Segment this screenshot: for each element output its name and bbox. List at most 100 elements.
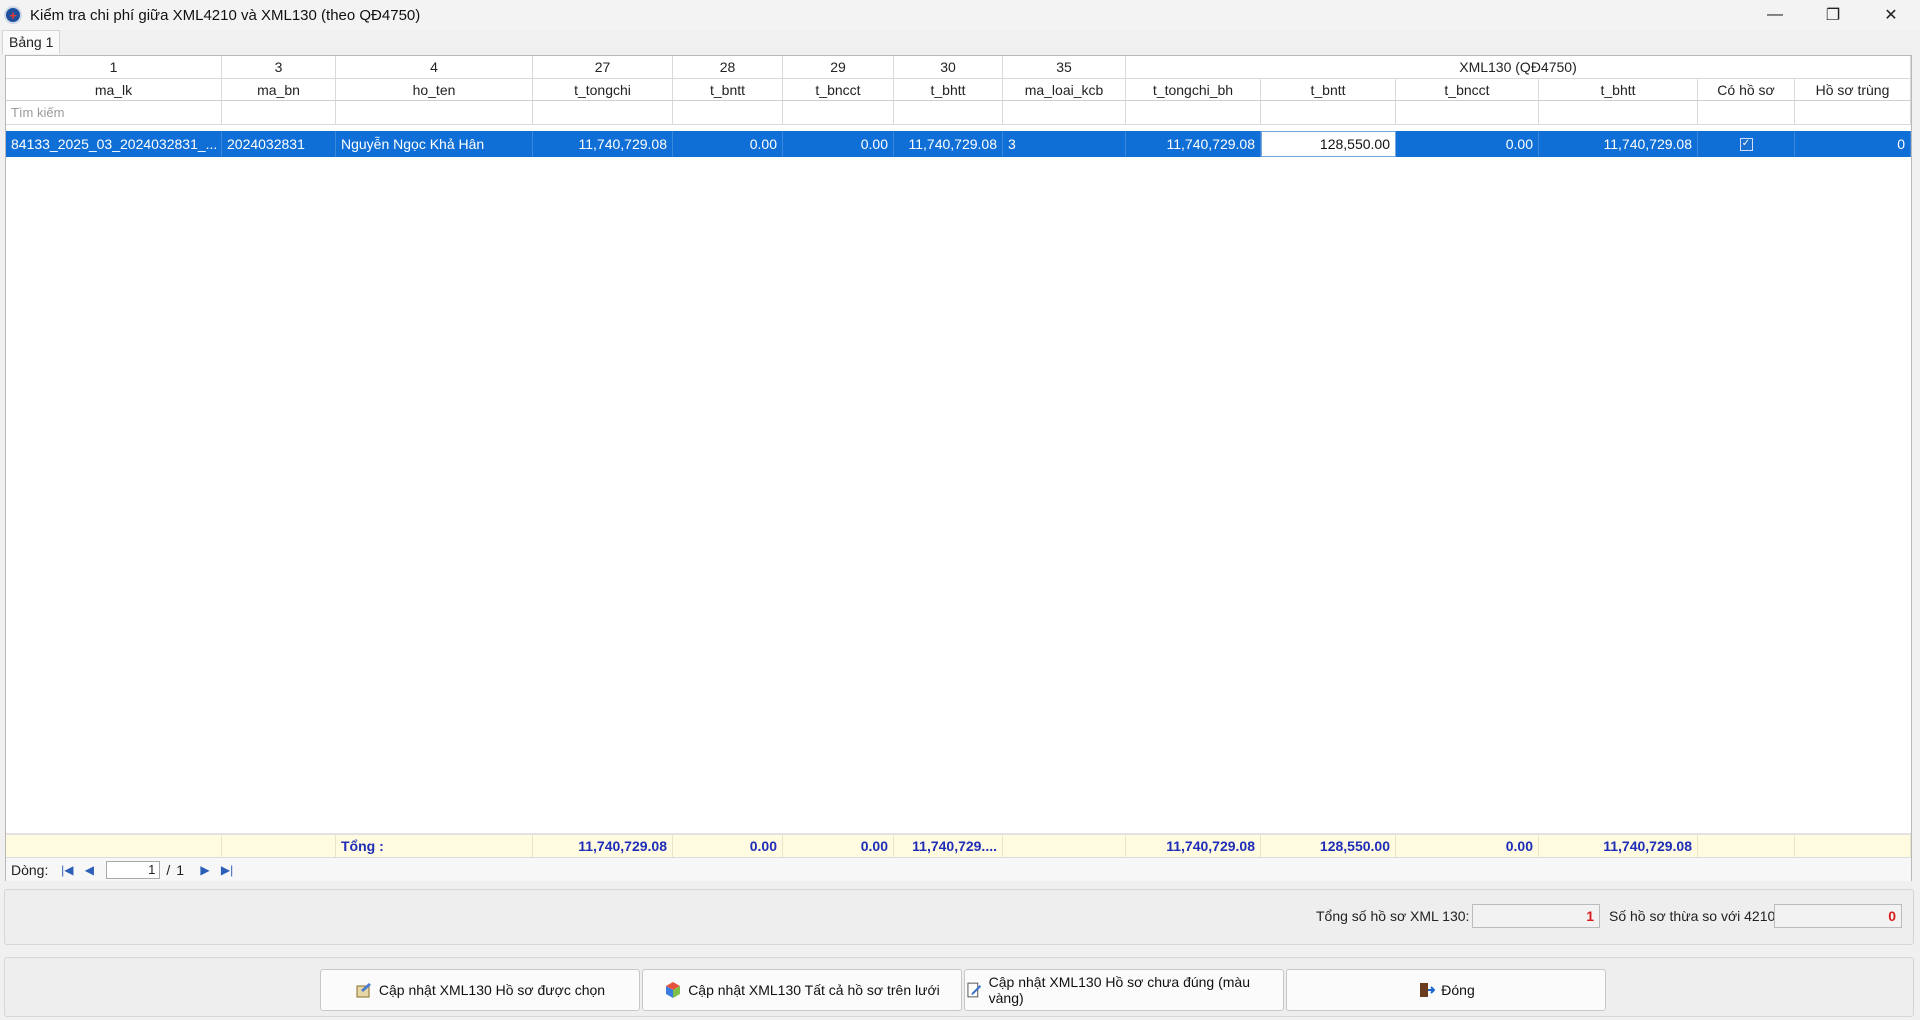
- column-header-ma-bn[interactable]: ma_bn: [222, 79, 336, 100]
- column-header-t-bhtt[interactable]: t_bhtt: [894, 79, 1003, 100]
- total-records-label: Tổng số hồ sơ XML 130:: [1316, 908, 1470, 924]
- filter-cell[interactable]: [1539, 101, 1698, 124]
- close-button[interactable]: Đóng: [1286, 969, 1606, 1011]
- footer-total-label: Tổng :: [336, 835, 533, 857]
- filter-cell[interactable]: [894, 101, 1003, 124]
- column-header-xml130-t-bncct[interactable]: t_bncct: [1396, 79, 1539, 100]
- record-navigator: Dòng: |◀ ◀ 1 / 1 ▶ ▶|: [6, 857, 1911, 881]
- footer-t-bntt: 0.00: [673, 835, 783, 857]
- edit-document-icon: [967, 982, 982, 998]
- group-header-29: 29: [783, 56, 894, 78]
- search-filter-input[interactable]: Tìm kiếm: [6, 101, 222, 124]
- cell-ma-loai-kcb[interactable]: 3: [1003, 131, 1126, 157]
- filter-cell[interactable]: [1126, 101, 1261, 124]
- footer-xml130-t-tongchi-bh: 11,740,729.08: [1126, 835, 1261, 857]
- filter-cell[interactable]: [1396, 101, 1539, 124]
- prev-page-icon[interactable]: ◀: [78, 861, 100, 879]
- cell-xml130-t-bhtt[interactable]: 11,740,729.08: [1539, 131, 1698, 157]
- navigator-label: Dòng:: [11, 861, 49, 878]
- total-records-field: 1: [1472, 904, 1600, 928]
- column-header-ho-ten[interactable]: ho_ten: [336, 79, 533, 100]
- column-header-t-bncct[interactable]: t_bncct: [783, 79, 894, 100]
- tab-bang-1[interactable]: Bảng 1: [2, 30, 61, 54]
- filter-cell[interactable]: [1698, 101, 1795, 124]
- update-selected-button[interactable]: Cập nhật XML130 Hồ sơ được chọn: [320, 969, 640, 1011]
- footer-xml130-t-bntt: 128,550.00: [1261, 835, 1396, 857]
- filter-cell[interactable]: [1261, 101, 1396, 124]
- filter-cell[interactable]: [1003, 101, 1126, 124]
- column-header-ma-loai-kcb[interactable]: ma_loai_kcb: [1003, 79, 1126, 100]
- column-header-xml130-t-bntt[interactable]: t_bntt: [1261, 79, 1396, 100]
- footer-t-tongchi: 11,740,729.08: [533, 835, 673, 857]
- first-page-icon[interactable]: |◀: [56, 861, 78, 879]
- cell-t-tongchi[interactable]: 11,740,729.08: [533, 131, 673, 157]
- page-number-input[interactable]: 1: [106, 860, 161, 879]
- cell-t-bntt[interactable]: 0.00: [673, 131, 783, 157]
- close-button-label: Đóng: [1441, 982, 1475, 998]
- totals-row: Tổng : 11,740,729.08 0.00 0.00 11,740,72…: [6, 833, 1911, 857]
- column-header-ho-so-trung[interactable]: Hồ sơ trùng: [1795, 79, 1911, 100]
- cell-xml130-t-tongchi-bh[interactable]: 11,740,729.08: [1126, 131, 1261, 157]
- last-page-icon[interactable]: ▶|: [216, 861, 238, 879]
- summary-panel: Tổng số hồ sơ XML 130: 1 Số hồ sơ thừa s…: [4, 889, 1914, 945]
- footer-cell: [1795, 835, 1911, 857]
- column-header-xml130-t-bhtt[interactable]: t_bhtt: [1539, 79, 1698, 100]
- column-header-xml130-t-tongchi-bh[interactable]: t_tongchi_bh: [1126, 79, 1261, 100]
- restore-button[interactable]: ❐: [1804, 0, 1862, 30]
- cell-ho-so-trung[interactable]: 0: [1795, 131, 1911, 157]
- filter-cell[interactable]: [1795, 101, 1911, 124]
- cell-t-bhtt[interactable]: 11,740,729.08: [894, 131, 1003, 157]
- total-pages: 1: [176, 861, 185, 878]
- column-header-t-bntt[interactable]: t_bntt: [673, 79, 783, 100]
- filter-cell[interactable]: [673, 101, 783, 124]
- group-header-xml130: XML130 (QĐ4750): [1126, 56, 1911, 78]
- cell-xml130-t-bntt[interactable]: 128,550.00: [1261, 131, 1396, 157]
- column-header-co-ho-so[interactable]: Có hồ sơ: [1698, 79, 1795, 100]
- group-header-1: 1: [6, 56, 222, 78]
- update-record-icon: [356, 983, 371, 998]
- filter-row: Tìm kiếm: [6, 101, 1911, 125]
- group-header-row: 1 3 4 27 28 29 30 35 XML130 (QĐ4750): [6, 56, 1911, 79]
- footer-xml130-t-bncct: 0.00: [1396, 835, 1539, 857]
- cell-ma-bn[interactable]: 2024032831: [222, 131, 336, 157]
- footer-cell: [222, 835, 336, 857]
- cell-t-bncct[interactable]: 0.00: [783, 131, 894, 157]
- update-all-button[interactable]: Cập nhật XML130 Tất cả hồ sơ trên lưới: [642, 969, 962, 1011]
- column-header-row: ma_lk ma_bn ho_ten t_tongchi t_bntt t_bn…: [6, 79, 1911, 101]
- footer-t-bncct: 0.00: [783, 835, 894, 857]
- cell-xml130-t-bncct[interactable]: 0.00: [1396, 131, 1539, 157]
- filter-cell[interactable]: [336, 101, 533, 124]
- page-separator: /: [166, 861, 171, 878]
- footer-t-bhtt: 11,740,729....: [894, 835, 1003, 857]
- cell-ho-ten[interactable]: Nguyễn Ngọc Khả Hân: [336, 131, 533, 157]
- footer-cell: [1003, 835, 1126, 857]
- update-all-label: Cập nhật XML130 Tất cả hồ sơ trên lưới: [688, 982, 940, 998]
- minimize-button[interactable]: —: [1746, 0, 1804, 30]
- next-page-icon[interactable]: ▶: [194, 861, 216, 879]
- update-incorrect-button[interactable]: Cập nhật XML130 Hồ sơ chưa đúng (màu vàn…: [964, 969, 1284, 1011]
- red-cross-icon: +: [4, 6, 22, 24]
- excess-records-field: 0: [1774, 904, 1902, 928]
- action-button-panel: Cập nhật XML130 Hồ sơ được chọn Cập nhật…: [4, 957, 1914, 1017]
- co-ho-so-checkbox[interactable]: ✓: [1739, 137, 1753, 151]
- group-header-3: 3: [222, 56, 336, 78]
- tab-strip: Bảng 1: [0, 30, 1920, 54]
- cell-ma-lk[interactable]: 84133_2025_03_2024032831_...: [6, 131, 222, 157]
- filter-cell[interactable]: [222, 101, 336, 124]
- window-title: Kiểm tra chi phí giữa XML4210 và XML130 …: [30, 6, 421, 24]
- update-incorrect-label: Cập nhật XML130 Hồ sơ chưa đúng (màu vàn…: [988, 974, 1251, 1006]
- exit-door-icon: [1420, 983, 1436, 997]
- table-row[interactable]: 84133_2025_03_2024032831_... 2024032831 …: [6, 131, 1911, 157]
- filter-cell[interactable]: [533, 101, 673, 124]
- cell-co-ho-so[interactable]: ✓: [1698, 131, 1795, 157]
- title-bar: + Kiểm tra chi phí giữa XML4210 và XML13…: [0, 0, 1920, 30]
- data-grid: 1 3 4 27 28 29 30 35 XML130 (QĐ4750) ma_…: [5, 55, 1912, 881]
- window-controls: — ❐ ✕: [1746, 0, 1920, 30]
- excess-records-label: Số hồ sơ thừa so với 4210:: [1609, 908, 1780, 924]
- filter-cell[interactable]: [783, 101, 894, 124]
- group-header-27: 27: [533, 56, 673, 78]
- close-window-button[interactable]: ✕: [1862, 0, 1920, 30]
- footer-cell: [1698, 835, 1795, 857]
- column-header-t-tongchi[interactable]: t_tongchi: [533, 79, 673, 100]
- column-header-ma-lk[interactable]: ma_lk: [6, 79, 222, 100]
